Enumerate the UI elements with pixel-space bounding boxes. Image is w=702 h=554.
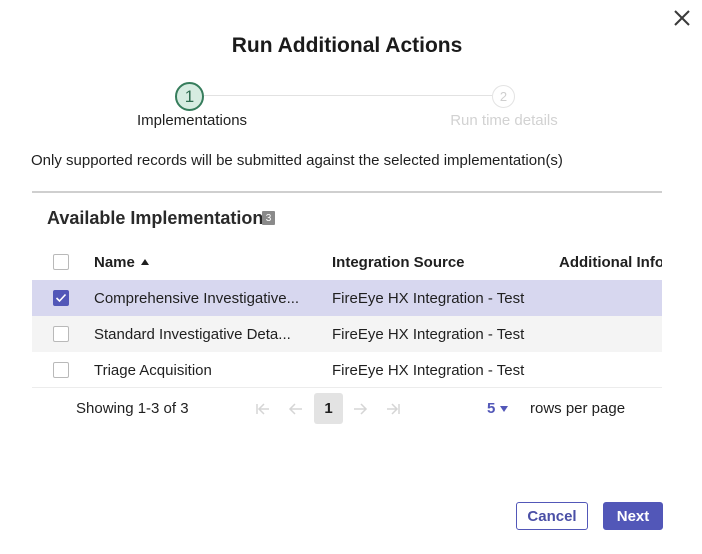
close-button[interactable]	[671, 7, 693, 29]
name-header-label: Name	[94, 253, 135, 271]
first-page-button[interactable]	[254, 400, 272, 418]
table-row[interactable]: Triage Acquisition FireEye HX Integratio…	[32, 352, 662, 388]
rows-per-page-label: rows per page	[530, 400, 626, 417]
step-2-indicator: 2	[492, 85, 515, 108]
sort-ascending-icon	[140, 259, 149, 265]
close-icon	[674, 10, 690, 26]
first-page-icon	[256, 403, 269, 415]
table-row[interactable]: Comprehensive Investigative... FireEye H…	[32, 280, 662, 316]
select-all-checkbox[interactable]	[53, 254, 69, 270]
step-2-label: Run time details	[450, 112, 558, 129]
section-title: Available Implementations	[47, 208, 274, 228]
divider	[32, 191, 662, 193]
stepper-connector	[204, 95, 492, 96]
row-checkbox[interactable]	[53, 290, 69, 306]
row-source: FireEye HX Integration - Test	[332, 325, 525, 343]
source-column-header[interactable]: Integration Source	[332, 244, 542, 280]
previous-page-button[interactable]	[287, 400, 305, 418]
row-checkbox[interactable]	[53, 326, 69, 342]
chevron-down-icon	[500, 405, 509, 412]
row-additional	[559, 352, 662, 388]
dialog-title: Run Additional Actions	[231, 34, 463, 57]
row-checkbox[interactable]	[53, 362, 69, 378]
name-column-header[interactable]: Name	[94, 244, 304, 280]
table-row[interactable]: Standard Investigative Deta... FireEye H…	[32, 316, 662, 352]
row-name: Standard Investigative Deta...	[94, 325, 291, 343]
row-additional	[559, 280, 662, 316]
showing-count: Showing 1-3 of 3	[76, 400, 189, 417]
row-name: Comprehensive Investigative...	[94, 289, 300, 307]
rows-per-page-select[interactable]: 5	[487, 400, 509, 417]
last-page-button[interactable]	[384, 400, 402, 418]
step-1-indicator: 1	[175, 82, 204, 111]
row-source: FireEye HX Integration - Test	[332, 361, 525, 379]
implementations-table: Name Integration Source Additional Infor…	[32, 244, 662, 388]
current-page-button[interactable]: 1	[314, 393, 343, 424]
arrow-right-icon	[354, 403, 368, 415]
step-1-label: Implementations	[137, 112, 248, 129]
table-header-row: Name Integration Source Additional Infor…	[32, 244, 662, 280]
count-badge: 3	[262, 211, 275, 225]
row-name: Triage Acquisition	[94, 361, 212, 379]
next-button[interactable]: Next	[603, 502, 663, 530]
row-source: FireEye HX Integration - Test	[332, 289, 525, 307]
cancel-button[interactable]: Cancel	[516, 502, 588, 530]
pagination: Showing 1-3 of 3 1 5 rows per page	[32, 389, 662, 429]
last-page-icon	[387, 403, 400, 415]
notice-text: Only supported records will be submitted…	[31, 152, 563, 169]
additional-info-column-header[interactable]: Additional Infori	[559, 244, 662, 280]
checkmark-icon	[55, 293, 67, 303]
row-additional	[559, 316, 662, 352]
arrow-left-icon	[288, 403, 302, 415]
rows-per-page-value: 5	[487, 400, 496, 417]
next-page-button[interactable]	[351, 400, 369, 418]
